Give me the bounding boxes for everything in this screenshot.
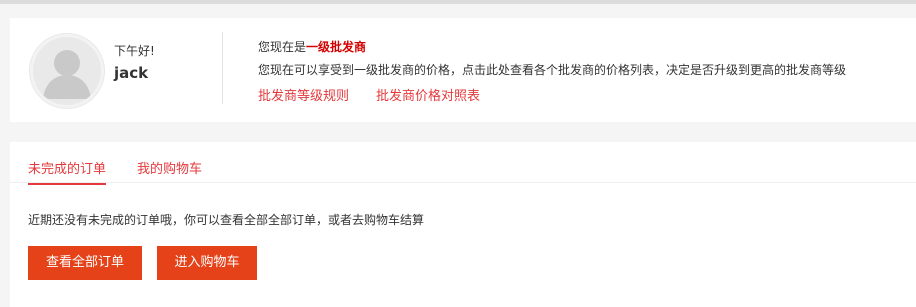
level-rules-link[interactable]: 批发商等级规则 — [258, 85, 349, 104]
level-prefix: 您现在是 — [258, 40, 307, 54]
empty-orders-message: 近期还没有未完成的订单哦，你可以查看全部全部订单，或者去购物车结算 — [28, 213, 425, 227]
wholesaler-level: 您现在是一级批发商 — [258, 38, 366, 55]
level-description: 您现在可以享受到一级批发商的价格，点击此处查看各个批发商的价格列表，决定是否升级… — [258, 63, 847, 77]
username: jack — [114, 64, 149, 82]
price-table-link[interactable]: 批发商价格对照表 — [376, 85, 480, 104]
profile-card: 下午好! jack 您现在是一级批发商 您现在可以享受到一级批发商的价格，点击此… — [10, 18, 916, 122]
orders-tabs: 未完成的订单 我的购物车 — [10, 142, 916, 185]
top-border — [0, 0, 916, 4]
go-to-cart-button[interactable]: 进入购物车 — [157, 246, 257, 280]
tab-unfinished-orders[interactable]: 未完成的订单 — [28, 158, 107, 185]
level-name: 一级批发商 — [306, 40, 367, 54]
vertical-divider — [222, 32, 223, 104]
avatar[interactable] — [30, 34, 104, 108]
orders-card: 未完成的订单 我的购物车 近期还没有未完成的订单哦，你可以查看全部全部订单，或者… — [10, 142, 916, 307]
default-user-icon — [33, 37, 101, 105]
greeting-text: 下午好! — [114, 44, 155, 58]
tab-shopping-cart[interactable]: 我的购物车 — [137, 158, 202, 183]
view-all-orders-button[interactable]: 查看全部订单 — [28, 246, 142, 280]
